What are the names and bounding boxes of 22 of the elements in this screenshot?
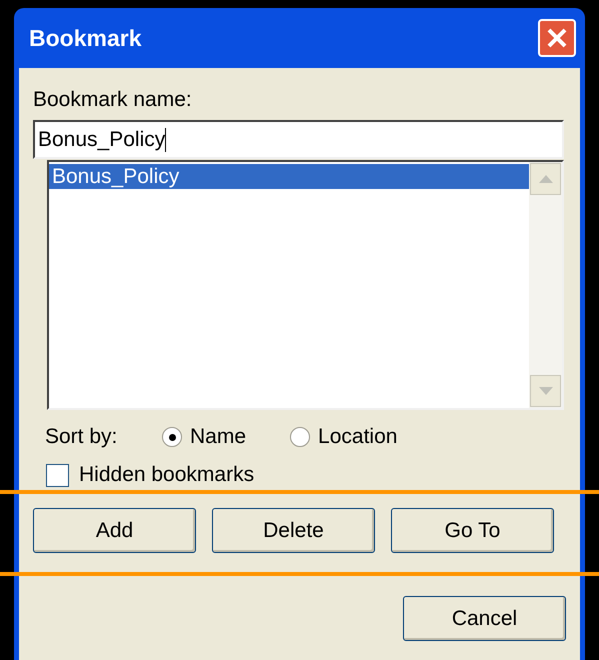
window-title: Bookmark: [29, 24, 142, 53]
up-arrow-icon: [538, 175, 552, 183]
dialog-button[interactable]: Delete: [212, 508, 375, 553]
scroll-down-button[interactable]: [530, 375, 561, 407]
scrollbar[interactable]: [529, 162, 562, 408]
dialog-button[interactable]: Go To: [391, 508, 554, 553]
list-item[interactable]: Bonus_Policy: [49, 164, 529, 189]
sort-label: Sort by:: [45, 424, 118, 450]
dialog-button[interactable]: Add: [33, 508, 196, 553]
close-icon: [546, 27, 568, 49]
checkbox[interactable]: [46, 464, 69, 486]
scroll-up-button[interactable]: [530, 163, 561, 195]
close-button[interactable]: [538, 19, 576, 57]
hidden-bookmarks-checkbox-row[interactable]: Hidden bookmarks: [46, 462, 566, 488]
sort-radio-option[interactable]: Location: [290, 421, 398, 453]
radio-button[interactable]: [162, 427, 182, 447]
field-label: Bookmark name:: [33, 88, 193, 112]
sort-radio-option[interactable]: Name: [162, 421, 246, 453]
down-arrow-icon: [538, 387, 552, 395]
cancel-button[interactable]: Cancel: [403, 596, 566, 641]
bookmark-name-field[interactable]: Bonus_Policy: [33, 120, 564, 159]
radio-button[interactable]: [290, 427, 310, 447]
